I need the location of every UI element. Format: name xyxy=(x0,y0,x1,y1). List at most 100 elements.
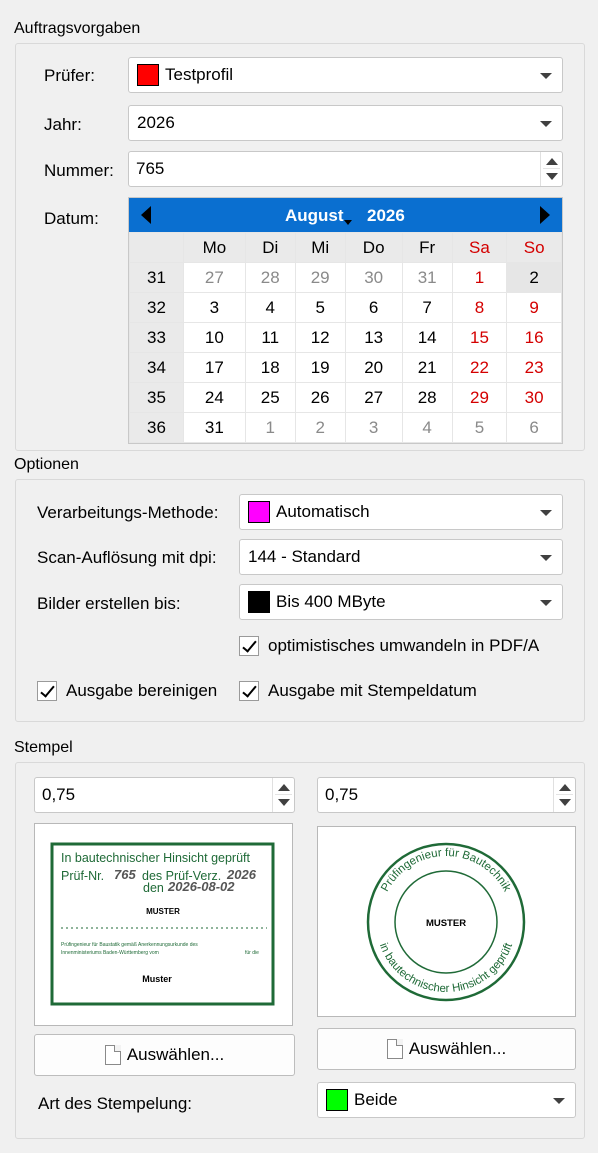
calendar-day[interactable]: 13 xyxy=(344,322,403,353)
scale-left-spin-buttons[interactable] xyxy=(272,778,294,812)
calendar-day[interactable]: 11 xyxy=(244,322,296,353)
calendar-day[interactable]: 3 xyxy=(344,412,403,443)
scale-right-spinbox[interactable]: 0,75 xyxy=(317,777,576,813)
spin-up-icon[interactable] xyxy=(278,784,290,791)
calendar-day[interactable]: 16 xyxy=(506,322,562,353)
month-dropdown-icon[interactable] xyxy=(344,220,352,225)
calendar-day[interactable]: 7 xyxy=(401,292,453,323)
week-number: 36 xyxy=(129,412,184,443)
calendar-day[interactable]: 1 xyxy=(244,412,296,443)
calendar-day[interactable]: 9 xyxy=(506,292,562,323)
calendar-day[interactable]: 17 xyxy=(183,352,246,383)
calendar-day[interactable]: 30 xyxy=(344,262,403,293)
scale-right-value: 0,75 xyxy=(325,785,359,804)
calendar-day[interactable]: 29 xyxy=(451,382,508,413)
round-stamp-preview[interactable]: Prüfingenieur für Bautechnik in bautechn… xyxy=(317,826,576,1017)
bereinigen-checkbox[interactable]: Ausgabe bereinigen xyxy=(37,681,217,701)
calendar-grid: Mo Di Mi Do Fr Sa So 31 27 28 29 30 31 1… xyxy=(129,232,562,443)
calendar-day[interactable]: 5 xyxy=(294,292,346,323)
calendar-day[interactable]: 31 xyxy=(183,412,246,443)
art-color-swatch xyxy=(326,1089,348,1111)
scale-left-value: 0,75 xyxy=(42,785,76,804)
scale-right-spin-buttons[interactable] xyxy=(553,778,575,812)
calendar-day[interactable]: 12 xyxy=(294,322,346,353)
checkmark-icon[interactable] xyxy=(239,681,259,701)
calendar-day[interactable]: 6 xyxy=(506,412,562,443)
calendar-day[interactable]: 18 xyxy=(244,352,296,383)
calendar-month[interactable]: August xyxy=(285,206,344,226)
weekday-label: Mi xyxy=(294,232,346,263)
calendar-day[interactable]: 14 xyxy=(401,322,453,353)
checkmark-icon[interactable] xyxy=(37,681,57,701)
methode-color-swatch xyxy=(248,501,270,523)
calendar-day[interactable]: 28 xyxy=(244,262,296,293)
calendar-day[interactable]: 1 xyxy=(451,262,508,293)
calendar-day[interactable]: 19 xyxy=(294,352,346,383)
calendar-day[interactable]: 4 xyxy=(401,412,453,443)
rect-stamp-preview[interactable]: In bautechnischer Hinsicht geprüft Prüf-… xyxy=(34,823,293,1026)
calendar-day[interactable]: 10 xyxy=(183,322,246,353)
optionen-title: Optionen xyxy=(14,456,79,473)
calendar-day[interactable]: 26 xyxy=(294,382,346,413)
weekday-label: So xyxy=(506,232,562,263)
calendar-day[interactable]: 4 xyxy=(244,292,296,323)
calendar-year[interactable]: 2026 xyxy=(367,206,405,226)
calendar-day[interactable]: 25 xyxy=(244,382,296,413)
nummer-spin-buttons[interactable] xyxy=(540,152,562,186)
stempeldatum-label: Ausgabe mit Stempeldatum xyxy=(268,681,477,700)
spin-down-icon[interactable] xyxy=(278,799,290,806)
scale-left-spinbox[interactable]: 0,75 xyxy=(34,777,295,813)
calendar-day[interactable]: 5 xyxy=(451,412,508,443)
calendar-day[interactable]: 23 xyxy=(506,352,562,383)
weekday-label: Mo xyxy=(183,232,246,263)
calendar-day[interactable]: 30 xyxy=(506,382,562,413)
calendar-day[interactable]: 24 xyxy=(183,382,246,413)
art-value: Beide xyxy=(354,1090,398,1109)
calendar-day[interactable]: 27 xyxy=(183,262,246,293)
stamp-line2-nr: 765 xyxy=(114,867,136,882)
chevron-down-icon xyxy=(553,1098,565,1104)
methode-combo[interactable]: Automatisch xyxy=(239,494,563,530)
calendar-week-row: 32 3 4 5 6 7 8 9 xyxy=(129,292,562,323)
calendar-day[interactable]: 6 xyxy=(344,292,403,323)
stamp-line1: In bautechnischer Hinsicht geprüft xyxy=(61,851,251,865)
jahr-combo[interactable]: 2026 xyxy=(128,105,563,141)
calendar-day[interactable]: 8 xyxy=(451,292,508,323)
calendar-day[interactable]: 15 xyxy=(451,322,508,353)
calendar-day-selected[interactable]: 2 xyxy=(506,262,562,293)
nummer-spinbox[interactable]: 765 xyxy=(128,151,563,187)
art-combo[interactable]: Beide xyxy=(317,1082,576,1118)
calendar-day[interactable]: 28 xyxy=(401,382,453,413)
select-right-label: Auswählen... xyxy=(408,1039,507,1058)
spin-up-icon[interactable] xyxy=(559,784,571,791)
pdfa-checkbox[interactable]: optimistisches umwandeln in PDF/A xyxy=(239,636,539,656)
spin-down-icon[interactable] xyxy=(559,799,571,806)
bilder-combo[interactable]: Bis 400 MByte xyxy=(239,584,563,620)
select-left-button[interactable]: Auswählen... xyxy=(34,1034,295,1076)
calendar-day[interactable]: 22 xyxy=(451,352,508,383)
stempeldatum-checkbox[interactable]: Ausgabe mit Stempeldatum xyxy=(239,681,477,701)
bereinigen-label: Ausgabe bereinigen xyxy=(66,681,218,700)
spin-down-icon[interactable] xyxy=(546,173,558,180)
select-right-button[interactable]: Auswählen... xyxy=(317,1028,576,1070)
calendar-day[interactable]: 29 xyxy=(294,262,346,293)
calendar-week-row: 33 10 11 12 13 14 15 16 xyxy=(129,322,562,353)
scan-combo[interactable]: 144 - Standard xyxy=(239,539,563,575)
calendar-day[interactable]: 3 xyxy=(183,292,246,323)
calendar-day[interactable]: 2 xyxy=(294,412,346,443)
next-month-icon[interactable] xyxy=(540,206,550,224)
spin-up-icon[interactable] xyxy=(546,158,558,165)
scan-value: 144 - Standard xyxy=(248,547,361,566)
document-icon xyxy=(386,1039,403,1059)
prev-month-icon[interactable] xyxy=(141,206,151,224)
pruefer-combo[interactable]: Testprofil xyxy=(128,57,563,93)
chevron-down-icon xyxy=(540,555,552,561)
calendar-day[interactable]: 20 xyxy=(344,352,403,383)
date-calendar[interactable]: August 2026 Mo Di Mi Do Fr Sa So 31 27 2… xyxy=(128,197,563,444)
checkmark-icon[interactable] xyxy=(239,636,259,656)
round-stamp-image: Prüfingenieur für Bautechnik in bautechn… xyxy=(366,842,526,1002)
calendar-day[interactable]: 21 xyxy=(401,352,453,383)
calendar-day[interactable]: 31 xyxy=(401,262,453,293)
bilder-label: Bilder erstellen bis: xyxy=(37,594,181,613)
calendar-day[interactable]: 27 xyxy=(344,382,403,413)
